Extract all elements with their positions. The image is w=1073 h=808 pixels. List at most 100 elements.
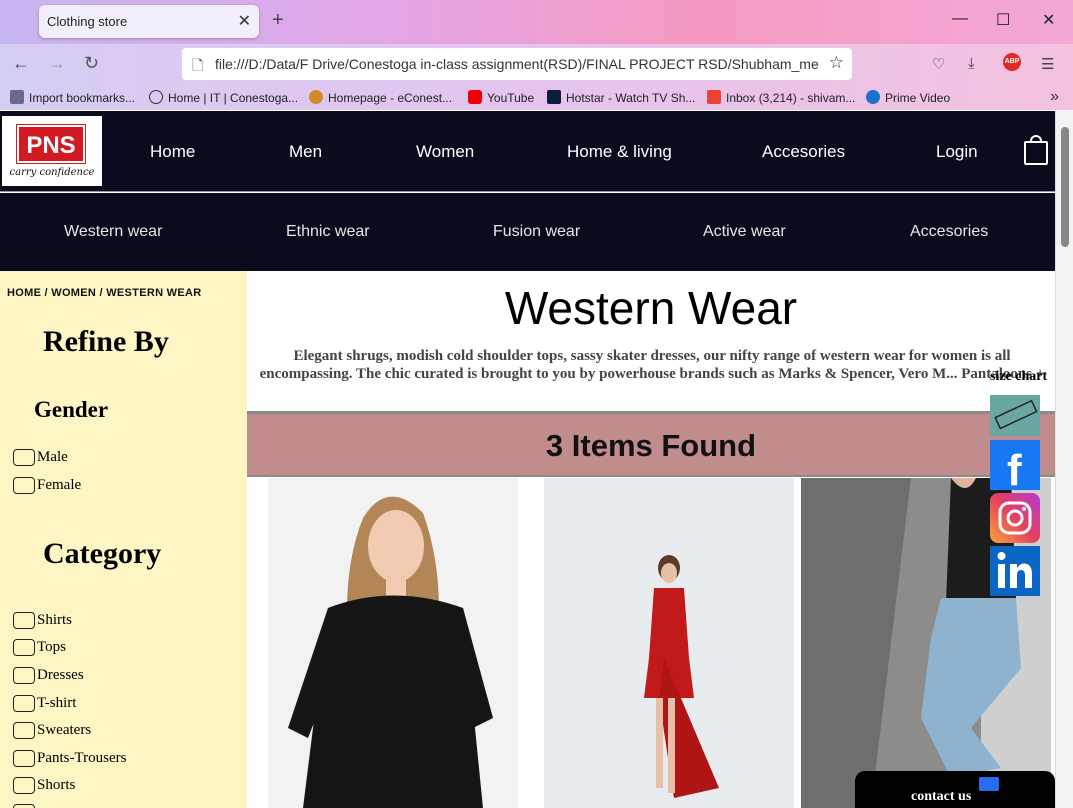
nav-accesories[interactable]: Accesories [762,142,845,162]
back-icon[interactable]: ← [12,53,30,74]
address-bar[interactable]: 🗋 file:///D:/Data/F Drive/Conestoga in-c… [182,48,852,80]
facebook-icon[interactable]: f [990,440,1040,495]
tops-checkbox[interactable] [13,639,35,656]
shopping-bag-icon[interactable] [1024,141,1048,165]
pocket-icon[interactable]: ♡ [932,55,945,73]
filter-sidebar: HOME / WOMEN / WESTERN WEAR Refine By Ge… [0,271,247,808]
shorts-label: Shorts [37,777,76,793]
more-bookmarks-icon[interactable]: » [1050,88,1059,106]
shirts-label: Shirts [37,612,73,628]
bookmark-label: Homepage - eConest... [328,91,453,105]
category-heading: Category [43,537,162,570]
scrollbar-thumb[interactable] [1061,127,1069,247]
nav-men[interactable]: Men [289,142,322,162]
product-card[interactable] [268,478,518,808]
page-title: Western Wear [504,282,798,334]
sweaters-checkbox[interactable] [13,722,35,739]
svg-text:f: f [1007,446,1022,490]
breadcrumb[interactable]: HOME / WOMEN / WESTERN WEAR [7,287,201,299]
main-content: Western Wear Elegant shrugs, modish cold… [247,271,1055,808]
sweaters-label: Sweaters [37,722,92,738]
menu-icon[interactable]: ☰ [1041,55,1054,73]
refine-by-heading: Refine By [43,325,169,358]
tops-label: Tops [37,639,66,655]
dresses-checkbox[interactable] [13,667,35,684]
product-card[interactable] [544,478,794,808]
shirts-checkbox[interactable] [13,612,35,629]
browser-tab[interactable]: Clothing store ✕ [39,5,259,38]
browser-toolbar: ← → ↻ 🗋 file:///D:/Data/F Drive/Conestog… [0,44,1073,86]
chat-icon [979,777,999,791]
nav-home[interactable]: Home [150,142,195,162]
adblock-icon[interactable]: ABP [1003,53,1021,71]
bookmark-label: Import bookmarks... [29,91,136,105]
bookmark-gmail[interactable]: Inbox (3,214) - shivam... [707,90,855,105]
maximize-icon[interactable]: ☐ [996,10,1010,30]
female-label: Female [37,477,82,493]
gender-heading: Gender [34,397,109,422]
bookmark-label: Inbox (3,214) - shivam... [726,91,856,105]
page-scrollbar[interactable] [1055,111,1073,808]
product-image [544,478,794,808]
bookmark-hotstar[interactable]: Hotstar - Watch TV Sh... [547,90,695,105]
close-window-icon[interactable]: ✕ [1042,10,1055,30]
bookmark-prime[interactable]: Prime Video [866,90,950,105]
nav-women[interactable]: Women [416,142,474,162]
items-found-text: 3 Items Found [545,428,757,463]
nav-home-living[interactable]: Home & living [567,142,672,162]
page-icon: 🗋 [192,57,204,73]
gmail-icon [707,90,721,104]
minimize-icon[interactable]: — [952,10,968,28]
male-checkbox[interactable] [13,449,35,466]
new-tab-icon[interactable]: + [272,9,284,32]
contact-us-label: contact us [911,789,972,804]
nav-login[interactable]: Login [936,142,978,162]
pants-trousers-checkbox[interactable] [13,750,35,767]
browser-tab-strip: Clothing store ✕ + — ☐ ✕ [0,0,1073,44]
tshirt-label: T-shirt [37,695,77,711]
shorts-checkbox[interactable] [13,777,35,794]
subnav-fusion-wear[interactable]: Fusion wear [493,223,580,241]
items-found-bar: 3 Items Found [247,411,1055,477]
bookmark-label: Home | IT | Conestoga... [168,91,299,105]
bookmark-conestoga[interactable]: Home | IT | Conestoga... [149,90,298,105]
dresses-label: Dresses [37,667,84,683]
tab-title: Clothing store [47,14,128,29]
tshirt-checkbox[interactable] [13,695,35,712]
site-logo[interactable]: PNS carry confidence [2,116,102,186]
url-text[interactable]: file:///D:/Data/F Drive/Conestoga in-cla… [215,56,819,72]
econestoga-icon [309,90,323,104]
product-image [268,478,518,808]
logo-mark: PNS [16,124,86,164]
youtube-icon [468,90,482,104]
ruler-icon[interactable] [990,395,1040,436]
bookmark-econestoga[interactable]: Homepage - eConest... [309,90,452,105]
contact-us-button[interactable]: contact us [855,771,1055,808]
instagram-icon[interactable] [990,493,1040,543]
subnav-western-wear[interactable]: Western wear [64,223,162,241]
bookmark-label: Prime Video [885,91,951,105]
bookmark-star-icon[interactable]: ☆ [829,53,844,73]
reload-icon[interactable]: ↻ [84,53,99,74]
bookmark-import[interactable]: Import bookmarks... [10,90,135,105]
subnav-ethnic-wear[interactable]: Ethnic wear [286,223,370,241]
linkedin-icon[interactable] [990,546,1040,596]
female-checkbox[interactable] [13,477,35,494]
forward-icon[interactable]: → [48,53,66,74]
category-description: Elegant shrugs, modish cold shoulder top… [259,348,1045,382]
close-tab-icon[interactable]: ✕ [238,11,251,31]
download-icon[interactable]: ⤓ [968,55,975,72]
size-chart-label[interactable]: size chart [990,369,1047,385]
bookmark-youtube[interactable]: YouTube [468,90,534,105]
import-icon [10,90,24,104]
webpage: PNS carry confidence Home Men Women Home… [0,111,1055,808]
top-navigation: PNS carry confidence Home Men Women Home… [0,111,1055,192]
next-checkbox[interactable] [13,804,35,808]
logo-tagline: carry confidence [9,167,95,178]
hotstar-icon [547,90,561,104]
subnav-active-wear[interactable]: Active wear [703,223,786,241]
bookmarks-bar: Import bookmarks... Home | IT | Conestog… [0,86,1073,110]
bookmark-label: Hotstar - Watch TV Sh... [566,91,696,105]
subnav-accesories[interactable]: Accesories [910,223,988,241]
globe-icon [149,90,163,104]
